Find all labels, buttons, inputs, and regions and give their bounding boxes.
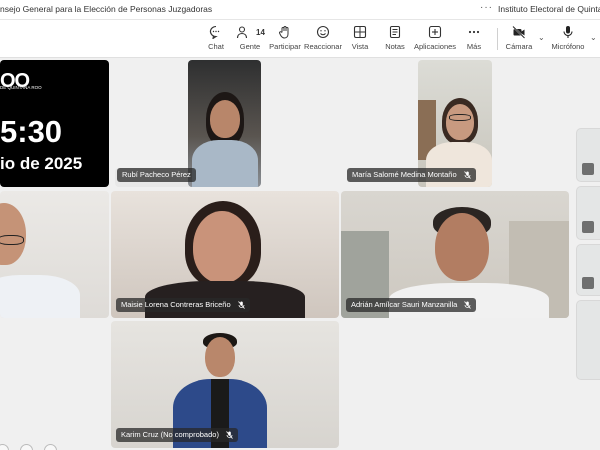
person-glasses: [449, 114, 471, 121]
pager-button[interactable]: [44, 444, 57, 450]
organization-name: Instituto Electoral de Quintana: [498, 4, 600, 14]
microphone-icon: [563, 26, 573, 38]
participant-name-tag: Maisie Lorena Contreras Briceño: [116, 298, 250, 312]
hand-icon: [279, 26, 289, 39]
person-face: [435, 213, 489, 281]
notes-label: Notas: [385, 42, 405, 51]
participant-name: María Salomé Medina Montaño: [352, 170, 457, 179]
title-bar: nsejo General para la Elección de Person…: [0, 0, 600, 20]
meeting-title: nsejo General para la Elección de Person…: [0, 4, 213, 14]
layout-icon: [353, 25, 367, 39]
camera-button[interactable]: Cámara: [497, 23, 541, 55]
person-face: [0, 203, 26, 265]
clock-time: 5:30: [0, 114, 63, 149]
more-button[interactable]: Más: [452, 23, 496, 55]
notes-button[interactable]: Notas: [373, 23, 417, 55]
plus-icon: [428, 25, 442, 39]
participant-name-tag: María Salomé Medina Montaño: [347, 168, 476, 182]
side-participant-thumbnail[interactable]: [576, 300, 600, 380]
person-face: [446, 104, 474, 140]
mic-off-icon: [463, 171, 471, 179]
camera-label: Cámara: [505, 42, 533, 51]
participant-name: Karim Cruz (No comprobado): [121, 430, 219, 439]
side-participant-thumbnail[interactable]: [576, 128, 600, 182]
person-face: [205, 337, 235, 377]
video-stage: OO DE QUINTANA ROO 5:30 io de 2025 Rubí …: [0, 58, 600, 450]
more-label: Más: [466, 42, 482, 51]
participant-tile-rubi[interactable]: [188, 60, 261, 187]
mic-off-icon: [582, 163, 594, 175]
participant-tile-partial[interactable]: [0, 191, 109, 318]
participant-name-tag: Rubí Pacheco Pérez: [117, 168, 196, 182]
person-body: [192, 140, 258, 187]
person-glasses: [0, 235, 24, 245]
mic-off-icon: [582, 277, 594, 289]
side-participant-thumbnail[interactable]: [576, 186, 600, 240]
institution-logo-subtitle: DE QUINTANA ROO: [0, 85, 42, 90]
mic-off-icon: [237, 301, 245, 309]
more-options-icon[interactable]: ···: [480, 2, 493, 13]
person-body: [0, 275, 80, 318]
person-face: [210, 100, 240, 138]
camera-off-icon: [512, 25, 526, 39]
shared-clock-tile[interactable]: OO DE QUINTANA ROO 5:30 io de 2025: [0, 60, 109, 187]
microphone-options-chevron-icon[interactable]: ⌄: [590, 33, 597, 42]
camera-options-chevron-icon[interactable]: ⌄: [538, 33, 545, 42]
side-participant-thumbnail[interactable]: [576, 244, 600, 296]
microphone-label: Micrófono: [551, 42, 585, 51]
participant-name: Maisie Lorena Contreras Briceño: [121, 300, 231, 309]
mic-off-icon: [582, 221, 594, 233]
mic-off-icon: [226, 431, 233, 439]
chat-icon: [209, 25, 220, 39]
people-icon: [236, 26, 248, 39]
mic-off-icon: [464, 301, 472, 309]
participant-name-tag: Karim Cruz (No comprobado): [116, 428, 239, 442]
participant-name: Adrián Amílcar Sauri Manzanilla: [351, 300, 458, 309]
person-face: [193, 211, 251, 283]
microphone-button[interactable]: Micrófono: [546, 23, 590, 55]
clock-date: io de 2025: [0, 154, 83, 173]
participant-name-tag: Adrián Amílcar Sauri Manzanilla: [346, 298, 477, 312]
notes-icon: [389, 25, 401, 39]
participant-name: Rubí Pacheco Pérez: [122, 170, 191, 179]
pager-button[interactable]: [20, 444, 33, 450]
meeting-toolbar: Chat 14 Gente Participar Reaccionar Vist…: [0, 20, 600, 58]
more-icon: [468, 30, 480, 34]
emoji-icon: [316, 25, 330, 39]
